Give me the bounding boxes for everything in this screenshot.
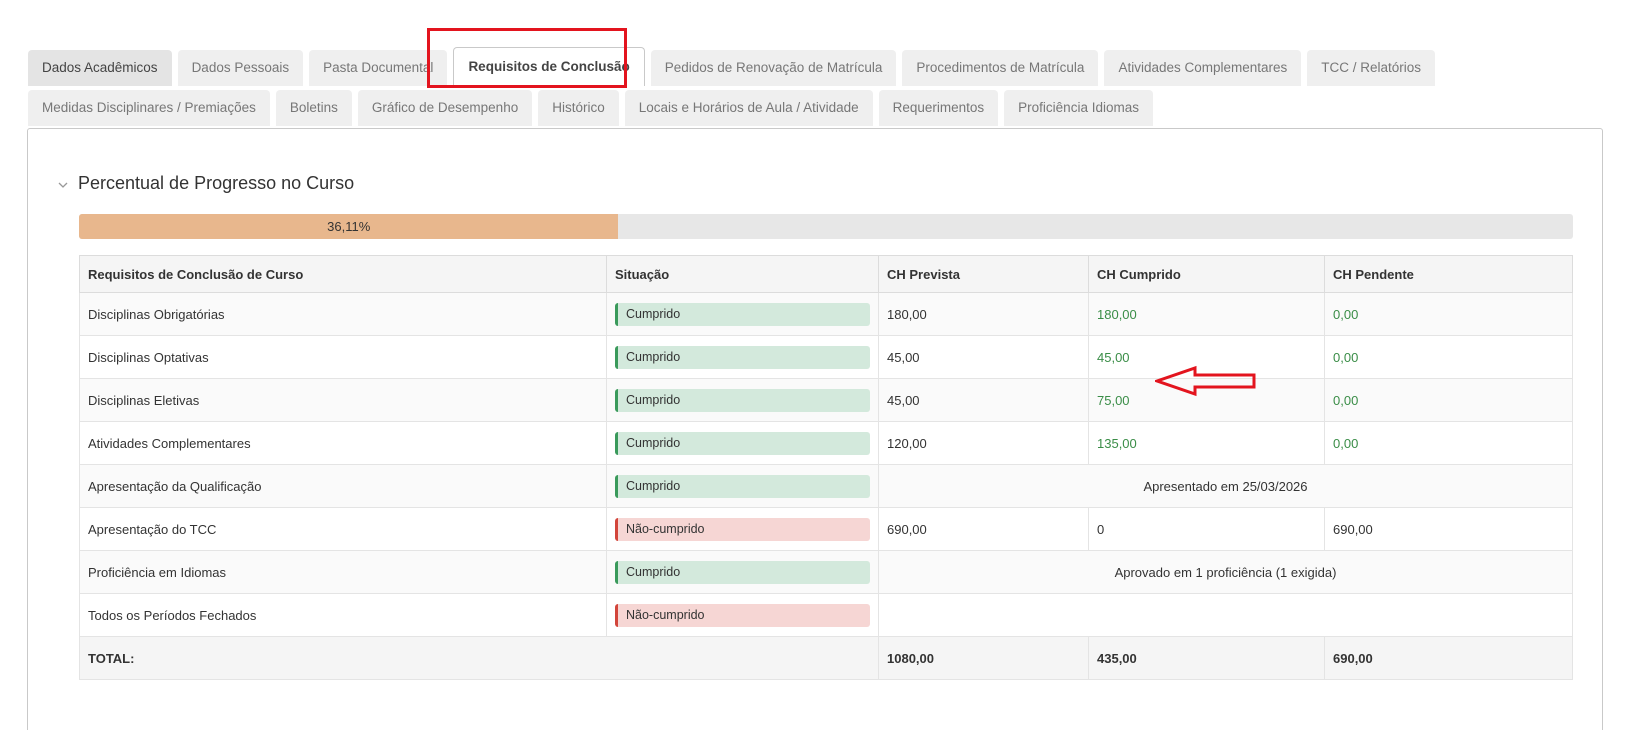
ch-cumprido: 45,00 [1088, 335, 1325, 379]
ch-pendente: 0,00 [1324, 335, 1573, 379]
total-ch-pendente: 690,00 [1324, 636, 1573, 680]
status-badge: Não-cumprido [615, 517, 870, 541]
section-header[interactable]: Percentual de Progresso no Curso [58, 173, 354, 194]
requirements-table: Requisitos de Conclusão de Curso Situaçã… [79, 255, 1573, 680]
section-title: Percentual de Progresso no Curso [78, 173, 355, 193]
ch-cumprido: 0 [1088, 507, 1325, 551]
tab-content-panel: Percentual de Progresso no Curso 36,11% … [27, 128, 1603, 730]
tab-atividades-complementares[interactable]: Atividades Complementares [1104, 50, 1302, 86]
table-row: Apresentação do TCC Não-cumprido 690,00 … [79, 507, 1573, 551]
ch-pendente: 0,00 [1324, 292, 1573, 336]
total-ch-cumprido: 435,00 [1088, 636, 1325, 680]
status-badge: Cumprido [615, 560, 870, 584]
status-cell: Cumprido [606, 550, 879, 594]
requirement-note [878, 593, 1573, 637]
total-ch-prevista: 1080,00 [878, 636, 1089, 680]
progress-fill: 36,11% [79, 214, 619, 239]
chevron-down-icon[interactable] [58, 179, 68, 189]
tab-tcc-relatorios[interactable]: TCC / Relatórios [1307, 50, 1436, 86]
table-row: Disciplinas Eletivas Cumprido 45,00 75,0… [79, 378, 1573, 422]
tabs-row-1: Dados Acadêmicos Dados Pessoais Pasta Do… [28, 47, 1436, 86]
table-row: Atividades Complementares Cumprido 120,0… [79, 421, 1573, 465]
header-ch-prevista: CH Prevista [878, 255, 1089, 293]
status-badge: Não-cumprido [615, 603, 870, 627]
status-cell: Cumprido [606, 464, 879, 508]
header-ch-cumprido: CH Cumprido [1088, 255, 1325, 293]
status-badge: Cumprido [615, 431, 870, 455]
requirement-name: Apresentação da Qualificação [79, 464, 607, 508]
tab-pedidos-renovacao-matricula[interactable]: Pedidos de Renovação de Matrícula [650, 50, 897, 86]
total-label: TOTAL: [79, 636, 879, 680]
ch-pendente: 0,00 [1324, 378, 1573, 422]
requirement-name: Todos os Períodos Fechados [79, 593, 607, 637]
requirement-name: Disciplinas Optativas [79, 335, 607, 379]
table-row: Proficiência em Idiomas Cumprido Aprovad… [79, 550, 1573, 594]
ch-pendente: 0,00 [1324, 421, 1573, 465]
page: Dados Acadêmicos Dados Pessoais Pasta Do… [0, 0, 1630, 730]
requirement-name: Disciplinas Eletivas [79, 378, 607, 422]
tab-medidas-disciplinares[interactable]: Medidas Disciplinares / Premiações [28, 90, 270, 126]
status-cell: Não-cumprido [606, 507, 879, 551]
table-row: Todos os Períodos Fechados Não-cumprido [79, 593, 1573, 637]
ch-cumprido: 135,00 [1088, 421, 1325, 465]
status-badge: Cumprido [615, 474, 870, 498]
progress-label: 36,11% [327, 219, 371, 234]
header-ch-pendente: CH Pendente [1324, 255, 1573, 293]
tab-pasta-documental[interactable]: Pasta Documental [309, 50, 448, 86]
status-cell: Não-cumprido [606, 593, 879, 637]
ch-prevista: 45,00 [878, 378, 1089, 422]
table-row: Disciplinas Optativas Cumprido 45,00 45,… [79, 335, 1573, 379]
tab-requerimentos[interactable]: Requerimentos [878, 90, 999, 126]
tab-requisitos-de-conclusao[interactable]: Requisitos de Conclusão [453, 47, 645, 86]
tab-dados-academicos[interactable]: Dados Acadêmicos [28, 50, 172, 86]
tab-dados-pessoais[interactable]: Dados Pessoais [177, 50, 304, 86]
status-cell: Cumprido [606, 292, 879, 336]
tab-proficiencia-idiomas[interactable]: Proficiência Idiomas [1004, 90, 1153, 126]
requirement-note: Apresentado em 25/03/2026 [878, 464, 1573, 508]
status-badge: Cumprido [615, 345, 870, 369]
tab-procedimentos-matricula[interactable]: Procedimentos de Matrícula [902, 50, 1099, 86]
requirement-name: Atividades Complementares [79, 421, 607, 465]
requirement-note: Aprovado em 1 proficiência (1 exigida) [878, 550, 1573, 594]
status-badge: Cumprido [615, 388, 870, 412]
status-badge: Cumprido [615, 302, 870, 326]
table-header-row: Requisitos de Conclusão de Curso Situaçã… [79, 255, 1573, 293]
ch-prevista: 45,00 [878, 335, 1089, 379]
ch-cumprido: 75,00 [1088, 378, 1325, 422]
table-row: Apresentação da Qualificação Cumprido Ap… [79, 464, 1573, 508]
ch-cumprido: 180,00 [1088, 292, 1325, 336]
tab-grafico-desempenho[interactable]: Gráfico de Desempenho [357, 90, 533, 126]
requirement-name: Proficiência em Idiomas [79, 550, 607, 594]
table-row: Disciplinas Obrigatórias Cumprido 180,00… [79, 292, 1573, 336]
tab-locais-horarios[interactable]: Locais e Horários de Aula / Atividade [624, 90, 873, 126]
requirement-name: Apresentação do TCC [79, 507, 607, 551]
progress-bar: 36,11% [79, 214, 1573, 239]
ch-prevista: 120,00 [878, 421, 1089, 465]
ch-prevista: 690,00 [878, 507, 1089, 551]
header-requisitos: Requisitos de Conclusão de Curso [79, 255, 607, 293]
requirement-name: Disciplinas Obrigatórias [79, 292, 607, 336]
status-cell: Cumprido [606, 421, 879, 465]
status-cell: Cumprido [606, 378, 879, 422]
status-cell: Cumprido [606, 335, 879, 379]
tab-historico[interactable]: Histórico [538, 90, 619, 126]
tab-boletins[interactable]: Boletins [275, 90, 352, 126]
ch-pendente: 690,00 [1324, 507, 1573, 551]
tabs-row-2: Medidas Disciplinares / Premiações Bolet… [28, 90, 1153, 126]
ch-prevista: 180,00 [878, 292, 1089, 336]
header-situacao: Situação [606, 255, 879, 293]
total-row: TOTAL: 1080,00 435,00 690,00 [79, 636, 1573, 680]
